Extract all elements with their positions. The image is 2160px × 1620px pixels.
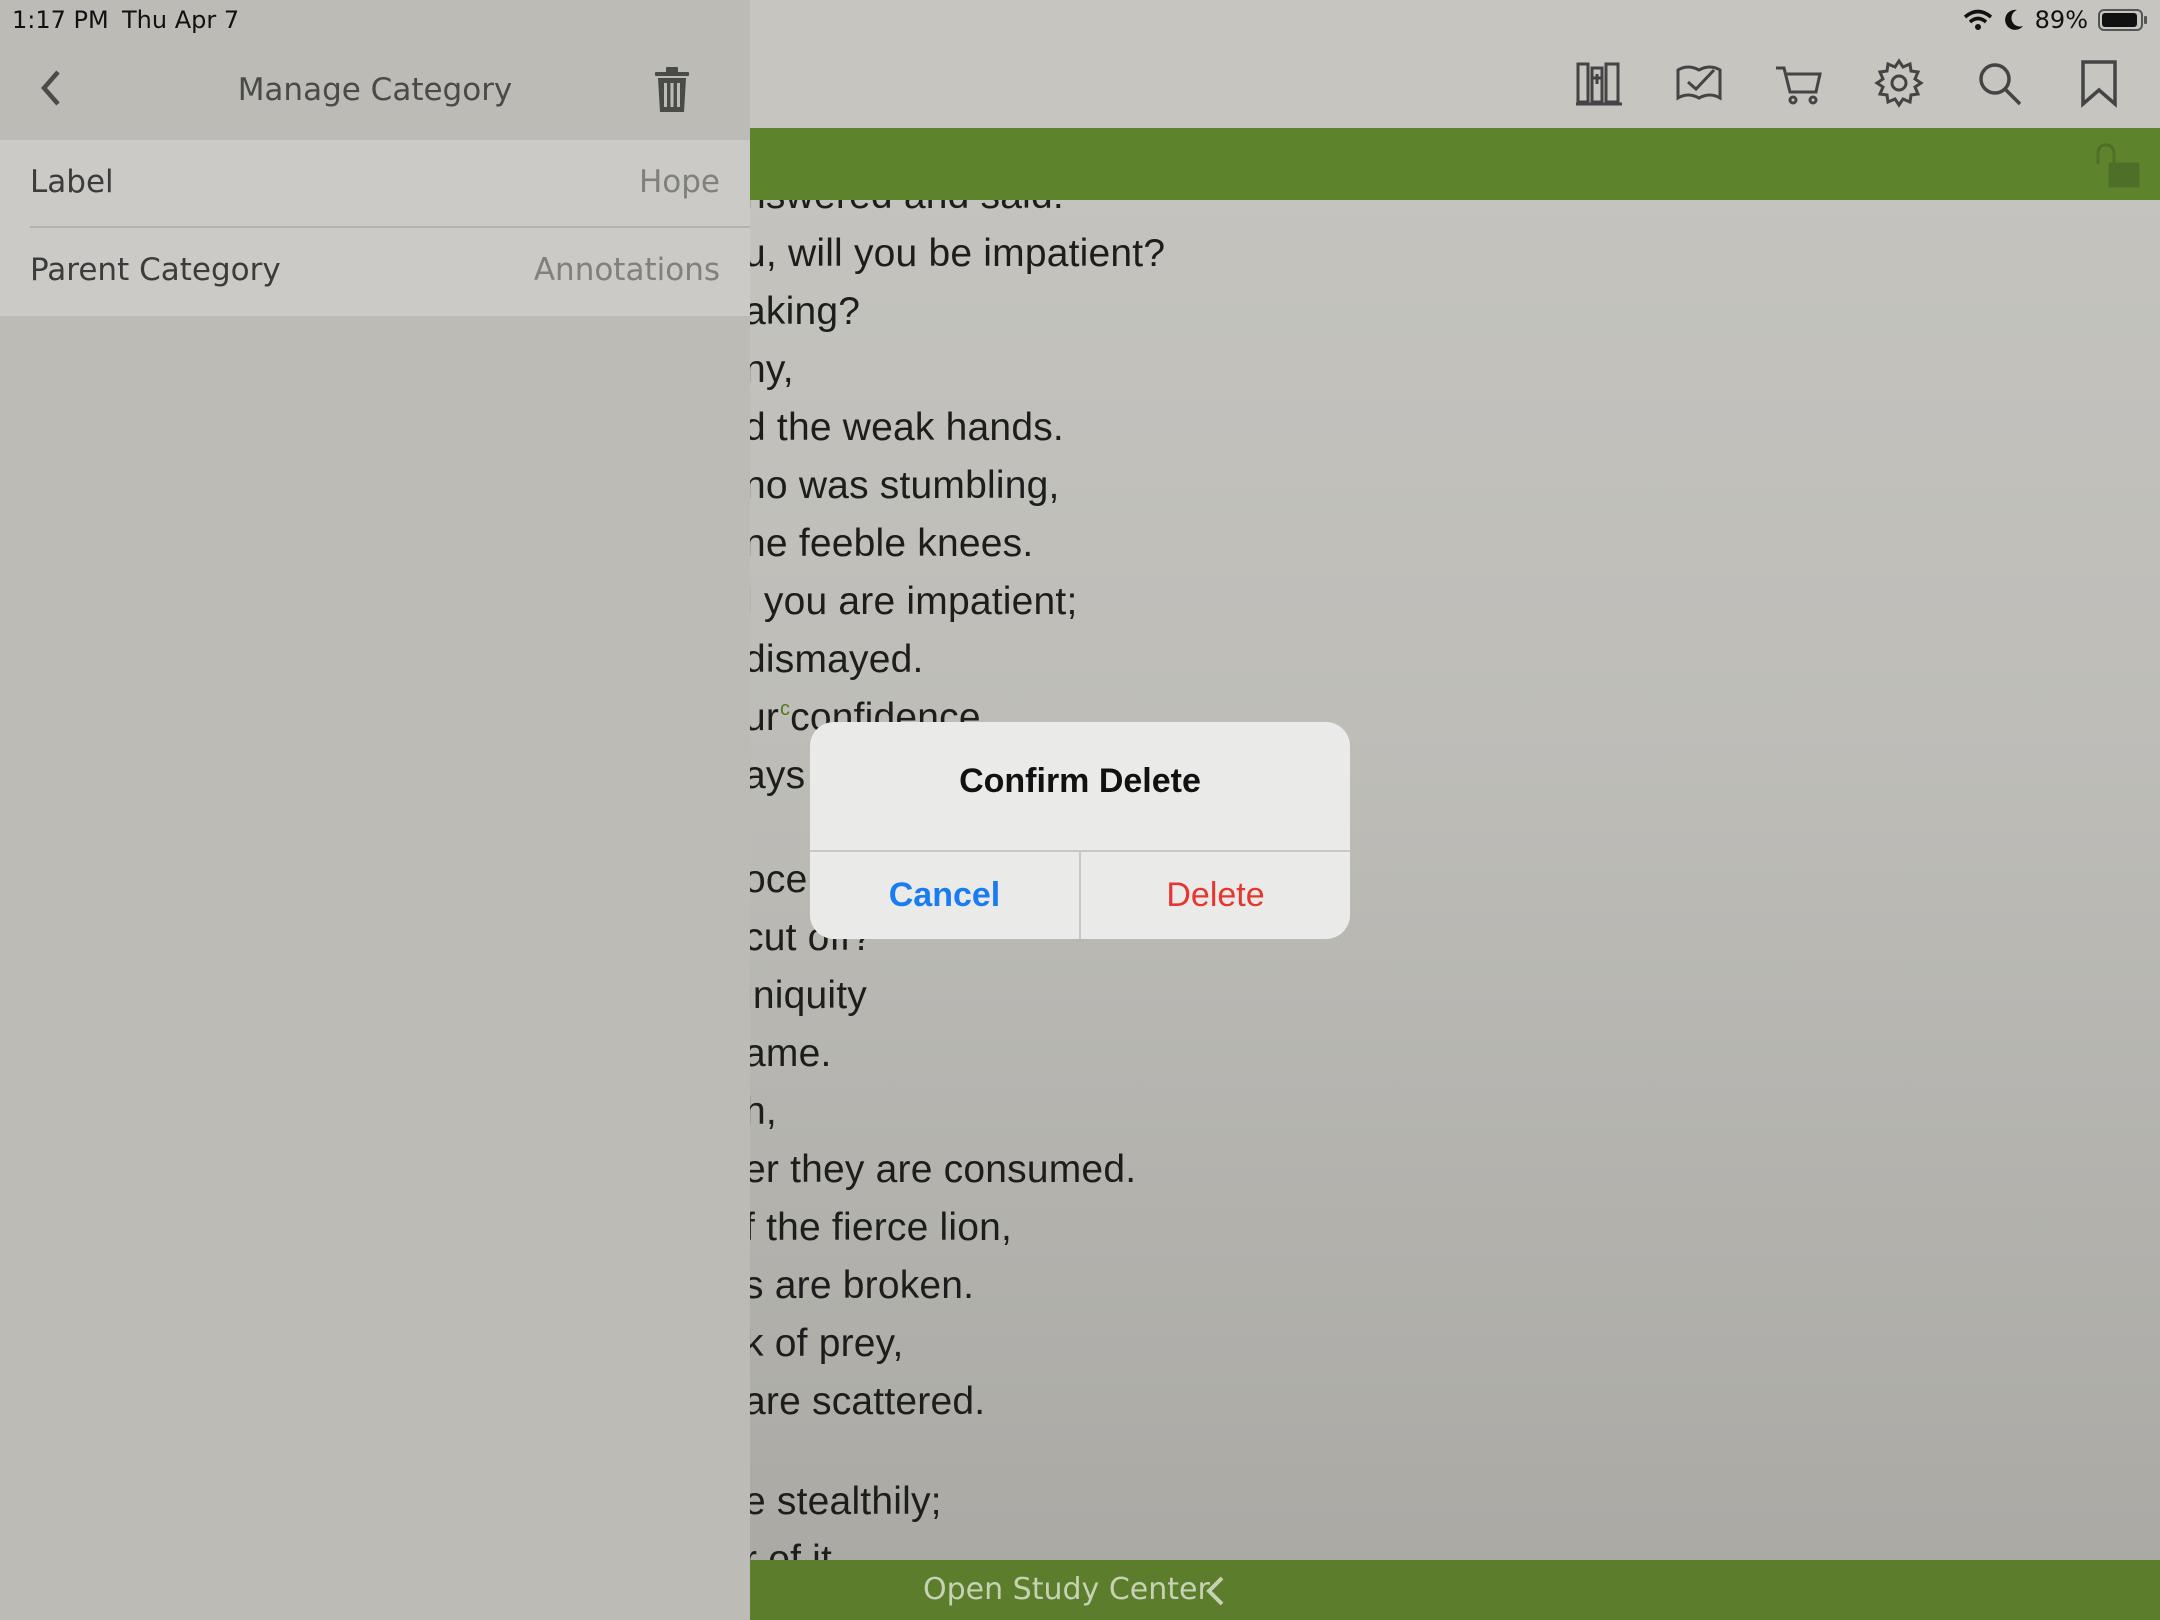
battery-icon bbox=[2098, 9, 2147, 31]
unlock-icon[interactable] bbox=[2092, 142, 2142, 190]
footnote-marker[interactable]: c bbox=[780, 698, 790, 721]
text-line: no was stumbling, bbox=[744, 464, 1060, 507]
bookmark-icon[interactable] bbox=[2074, 58, 2124, 108]
text-line: dismayed. bbox=[744, 638, 924, 681]
text-line: r of it bbox=[744, 1538, 833, 1560]
page-title: Manage Category bbox=[237, 72, 513, 108]
status-bar-right: 89% bbox=[1963, 4, 2148, 36]
library-icon[interactable] bbox=[1574, 58, 1624, 108]
wifi-icon bbox=[1963, 9, 1992, 30]
text-line: are scattered. bbox=[744, 1380, 986, 1423]
text-line: e stealthily; bbox=[744, 1480, 942, 1523]
text-line: k of prey, bbox=[744, 1322, 904, 1365]
label-value: Hope bbox=[638, 164, 720, 200]
open-study-center-label[interactable]: Open Study Center bbox=[923, 1572, 1210, 1607]
manage-category-panel: 1:17 PM Thu Apr 7 Manage Category Label … bbox=[0, 0, 750, 1620]
moon-icon bbox=[2004, 9, 2023, 30]
reading-plan-icon[interactable] bbox=[1674, 58, 1724, 108]
parent-category-row[interactable]: Parent Category Annotations bbox=[0, 228, 750, 316]
text-line: iniquity bbox=[744, 974, 867, 1017]
text-line: ame. bbox=[744, 1032, 832, 1075]
status-time: 1:17 PM bbox=[12, 6, 109, 34]
row-label: Label bbox=[30, 164, 114, 200]
trash-icon[interactable] bbox=[652, 66, 692, 114]
text-line: l you are impatient; bbox=[744, 580, 1078, 623]
text-line: u, will you be impatient? bbox=[744, 232, 1166, 275]
cancel-button[interactable]: Cancel bbox=[810, 852, 1079, 939]
chevron-left-icon[interactable] bbox=[1202, 1574, 1228, 1608]
confirm-delete-dialog: Confirm Delete Cancel Delete bbox=[810, 722, 1350, 939]
text-line: oce bbox=[744, 858, 808, 901]
text-line: d the weak hands. bbox=[744, 406, 1064, 449]
text-line: f the fierce lion, bbox=[744, 1206, 1013, 1249]
text-line: aking? bbox=[744, 290, 861, 333]
text-line: ne feeble knees. bbox=[744, 522, 1034, 565]
dialog-title: Confirm Delete bbox=[959, 762, 1201, 800]
text-line: s are broken. bbox=[744, 1264, 975, 1307]
search-icon[interactable] bbox=[1974, 58, 2024, 108]
parent-category-value: Annotations bbox=[533, 252, 720, 288]
text-line: er they are consumed. bbox=[744, 1148, 1137, 1191]
text-line: nswered and said: bbox=[744, 200, 1064, 218]
panel-header: Manage Category bbox=[0, 40, 750, 140]
battery-percentage: 89% bbox=[2034, 6, 2088, 34]
delete-button[interactable]: Delete bbox=[1081, 852, 1350, 939]
cart-icon[interactable] bbox=[1774, 58, 1824, 108]
status-date: Thu Apr 7 bbox=[122, 6, 240, 34]
row-label: Parent Category bbox=[30, 252, 281, 288]
settings-gear-icon[interactable] bbox=[1874, 58, 1924, 108]
text-line: ny, bbox=[744, 348, 794, 391]
label-row[interactable]: Label Hope bbox=[0, 140, 750, 228]
